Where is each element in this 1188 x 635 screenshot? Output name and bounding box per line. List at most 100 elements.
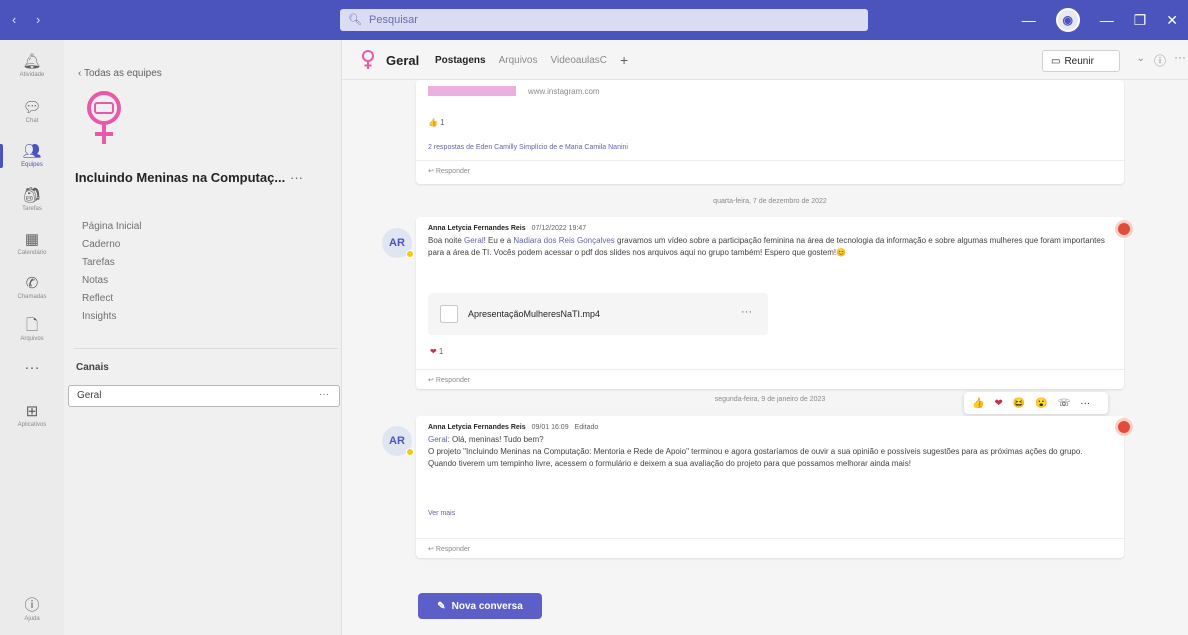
chevron-left-icon: ‹ [78, 68, 82, 79]
message-timestamp: 09/01 16:09 [531, 424, 569, 431]
avatar[interactable]: AR [382, 426, 414, 456]
rail-item-more[interactable]: ··· [0, 348, 64, 388]
message-more-button[interactable]: ··· [1080, 398, 1090, 409]
reaction-like[interactable]: 👍 1 [428, 118, 445, 127]
chevron-down-icon[interactable]: ⌄ [1137, 53, 1145, 64]
window-controls: — ◉ — ❐ ✕ [1012, 0, 1188, 40]
search-input[interactable]: 🔍︎ Pesquisar [340, 9, 868, 31]
reply-button[interactable]: ↩ Responder [416, 369, 1124, 389]
settings-more-icon[interactable]: — [1022, 12, 1036, 28]
channels-heading: Canais [76, 362, 109, 373]
tasks-icon: 🎒︎ [22, 187, 42, 204]
rail-item-apps[interactable]: ⊞ Aplicativos [0, 396, 64, 436]
team-name[interactable]: Incluindo Meninas na Computaç... [75, 170, 285, 185]
rail-item-activity[interactable]: 🔔︎ Atividade [0, 46, 64, 86]
presence-away-icon [406, 448, 414, 456]
close-button[interactable]: ✕ [1166, 12, 1178, 29]
profile-avatar[interactable]: ◉ [1055, 8, 1080, 32]
mention-user[interactable]: Nadiara dos Reis Gonçalves [513, 236, 614, 245]
team-nav-tasks[interactable]: Tarefas [82, 254, 141, 272]
channel-more-button[interactable]: ··· [319, 389, 329, 400]
rail-item-calls[interactable]: ✆ Chamadas [0, 268, 64, 308]
reply-icon: ↩ [428, 168, 434, 175]
channel-venus-icon [362, 50, 374, 69]
tab-posts[interactable]: Postagens [435, 55, 486, 66]
team-nav-insights[interactable]: Insights [82, 308, 141, 326]
mention-geral[interactable]: Geral [464, 236, 484, 245]
team-more-button[interactable]: ··· [290, 170, 303, 185]
minimize-button[interactable]: — [1100, 12, 1114, 28]
team-nav-home[interactable]: Página Inicial [82, 218, 141, 236]
channel-main: Geral Postagens Arquivos VideoaulasC + ▭… [342, 40, 1188, 635]
message-author[interactable]: Anna Letycia Fernandes Reis [428, 424, 526, 431]
back-to-teams-link[interactable]: ‹ Todas as equipes [78, 68, 162, 79]
meet-button[interactable]: ▭ Reunir ⌄ [1042, 50, 1145, 72]
title-bar: ‹ › 🔍︎ Pesquisar — ◉ — ❐ ✕ [0, 0, 1188, 40]
chat-icon: 💬︎ [22, 99, 42, 116]
see-more-link[interactable]: Ver mais [428, 510, 455, 517]
rail-item-chat[interactable]: 💬︎ Chat [0, 92, 64, 132]
tab-files[interactable]: Arquivos [499, 55, 538, 66]
add-tab-button[interactable]: + [620, 53, 628, 67]
important-mark-icon [1115, 220, 1133, 238]
message-card: Anna Letycia Fernandes Reis 09/01 16:09 … [416, 416, 1124, 558]
presence-away-icon [406, 250, 414, 258]
search-icon: 🔍︎ [348, 14, 362, 26]
file-icon: 🗋 [25, 317, 39, 334]
new-conversation-button[interactable]: ✎ Nova conversa [418, 593, 542, 619]
replies-summary-link[interactable]: 2 respostas de Eden Camilly Simplício de… [428, 144, 628, 151]
info-icon[interactable]: ⓘ [1154, 52, 1166, 69]
help-icon: ⓘ [24, 597, 40, 614]
edited-label: Editado [574, 424, 599, 431]
rail-item-files[interactable]: 🗋 Arquivos [0, 310, 64, 350]
teams-icon: 👥︎ [22, 143, 42, 160]
history-arrows[interactable]: ‹ › [12, 12, 48, 27]
laugh-reaction-button[interactable]: 😆 [1013, 398, 1025, 409]
like-reaction-button[interactable]: 👍 [972, 398, 984, 409]
search-placeholder: Pesquisar [369, 14, 418, 26]
avatar[interactable]: AR [382, 228, 414, 258]
team-nav-notebook[interactable]: Caderno [82, 236, 141, 254]
phone-icon: ✆ [25, 275, 39, 292]
video-file-icon [440, 305, 458, 323]
message-body: Boa noite Geral! Eu e a Nadiara dos Reis… [428, 236, 1105, 257]
heart-reaction-button[interactable]: ❤ [994, 398, 1002, 409]
team-panel: ‹ Todas as equipes Incluindo Meninas na … [64, 40, 342, 635]
message-author[interactable]: Anna Letycia Fernandes Reis [428, 225, 526, 232]
maximize-button[interactable]: ❐ [1134, 12, 1147, 29]
video-camera-icon: ▭ [1051, 55, 1061, 67]
bell-icon: 🔔︎ [22, 53, 42, 70]
date-separator: quarta-feira, 7 de dezembro de 2022 [713, 198, 827, 205]
channel-item-geral[interactable]: Geral ··· [68, 385, 340, 407]
file-name: ApresentaçãoMulheresNaTI.mp4 [468, 309, 601, 319]
rail-item-calendar[interactable]: ▦ Calendário [0, 224, 64, 264]
divider [74, 348, 338, 349]
rail-item-help[interactable]: ⓘ Ajuda [0, 590, 64, 630]
channel-header: Geral Postagens Arquivos VideoaulasC + ▭… [342, 40, 1188, 80]
mention-geral[interactable]: Geral [428, 435, 448, 444]
reply-button[interactable]: ↩ Responder [416, 160, 1124, 180]
important-mark-icon [1115, 418, 1133, 436]
team-nav: Página Inicial Caderno Tarefas Notas Ref… [82, 218, 141, 326]
surprised-reaction-button[interactable]: 😮 [1035, 398, 1047, 409]
team-nav-reflect[interactable]: Reflect [82, 290, 141, 308]
reply-icon: ↩ [428, 546, 434, 553]
file-more-button[interactable]: ··· [741, 306, 752, 318]
more-icon: ··· [24, 359, 40, 376]
compose-icon: ✎ [437, 600, 446, 612]
message-timestamp: 07/12/2022 19:47 [531, 225, 587, 232]
rail-item-teams[interactable]: 👥︎ Equipes [0, 136, 64, 176]
file-attachment[interactable]: ApresentaçãoMulheresNaTI.mp4 ··· [428, 293, 768, 335]
tab-videoaulas[interactable]: VideoaulasC [550, 55, 607, 66]
more-reactions-icon[interactable]: ☏ [1058, 398, 1071, 409]
link-preview-url[interactable]: www.instagram.com [528, 87, 600, 96]
reaction-hover-bar: 👍 ❤ 😆 😮 ☏ ··· [964, 392, 1109, 414]
apps-icon: ⊞ [25, 403, 39, 420]
header-more-button[interactable]: ··· [1174, 50, 1186, 64]
rail-item-tasks[interactable]: 🎒︎ Tarefas [0, 180, 64, 220]
message-card: Anna Letycia Fernandes Reis 07/12/2022 1… [416, 217, 1124, 389]
channel-tabs: Postagens Arquivos VideoaulasC + [435, 53, 641, 67]
reply-button[interactable]: ↩ Responder [416, 538, 1124, 558]
team-nav-grades[interactable]: Notas [82, 272, 141, 290]
reaction-heart[interactable]: ❤ 1 [430, 347, 443, 356]
